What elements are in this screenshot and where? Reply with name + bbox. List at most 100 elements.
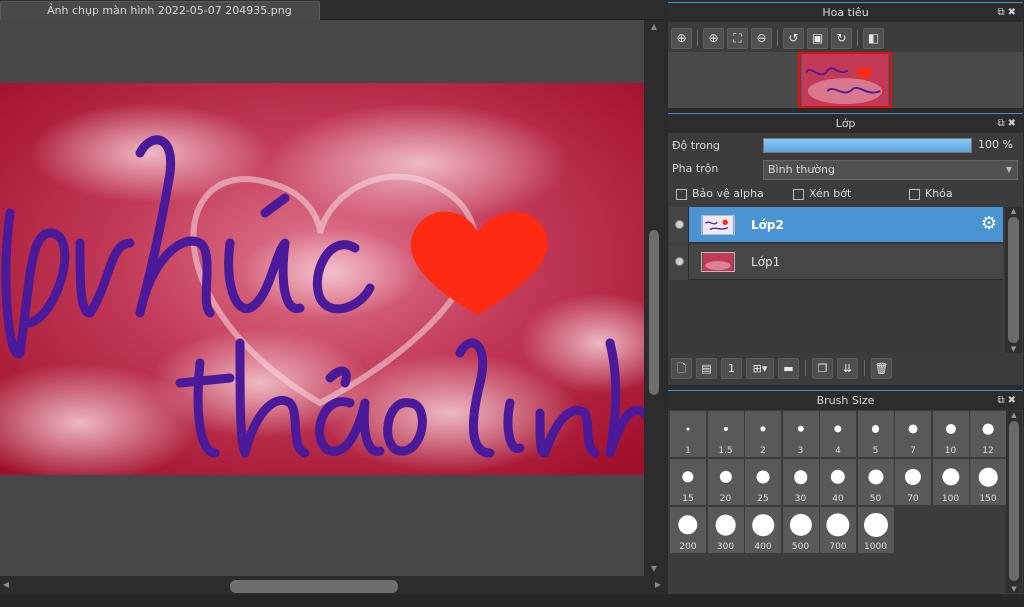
canvas-horizontal-scrollbar[interactable]: ◀ ▶ <box>0 576 664 594</box>
brush-dot-icon <box>826 513 850 537</box>
canvas-vertical-scroll-thumb[interactable] <box>649 230 659 395</box>
zoom-in-icon[interactable]: ⊕ <box>703 27 724 49</box>
close-panel-icon[interactable]: ✖ <box>1008 395 1019 406</box>
merge-down-icon[interactable]: ⇊ <box>837 357 858 379</box>
zoom-in-icon[interactable]: ⊕ <box>671 27 692 49</box>
opacity-label: Độ trong <box>672 139 721 152</box>
brush-size-scroll-thumb[interactable] <box>1009 421 1019 581</box>
document-tab[interactable]: Ảnh chụp màn hình 2022-05-07 204935.png <box>0 1 320 20</box>
scroll-up-arrow-icon[interactable]: ▲ <box>1006 411 1022 419</box>
rotate-left-icon[interactable]: ↺ <box>783 27 804 49</box>
clipping-label: Xén bớt <box>809 187 852 200</box>
brush-size-option[interactable]: 1 <box>670 411 706 457</box>
protect-alpha-checkbox[interactable]: Bảo vệ alpha <box>676 187 764 201</box>
scroll-left-arrow-icon[interactable]: ◀ <box>0 578 12 592</box>
brush-size-option[interactable]: 15 <box>670 459 706 505</box>
scroll-down-arrow-icon[interactable]: ▼ <box>644 562 664 576</box>
layer-row-lop2[interactable]: Lớp2 ⚙ <box>669 207 1003 243</box>
brush-size-option[interactable]: 10 <box>932 411 969 457</box>
rotate-right-icon[interactable]: ↻ <box>831 27 852 49</box>
checkbox-box <box>909 188 920 200</box>
delete-layer-icon[interactable]: 🗑 <box>871 357 892 379</box>
toolbar-separator <box>864 360 865 376</box>
canvas-vertical-scrollbar[interactable]: ▲ ▼ <box>644 20 664 576</box>
navigator-toolbar: ⊕ ⊕ ⛶ ⊖ ↺ ▣ ↻ ◧ <box>671 27 884 49</box>
brush-size-option[interactable]: 30 <box>782 459 819 505</box>
brush-size-option[interactable]: 300 <box>707 507 744 553</box>
opacity-slider-fill <box>764 139 971 152</box>
toolbar-separator <box>777 30 778 46</box>
visibility-toggle-icon[interactable] <box>675 220 684 229</box>
gear-icon[interactable]: ⚙ <box>979 214 999 234</box>
close-panel-icon[interactable]: ✖ <box>1008 118 1019 129</box>
brush-dot-icon <box>908 424 918 434</box>
brush-size-option[interactable]: 50 <box>857 459 894 505</box>
brush-size-label: 70 <box>907 494 919 504</box>
artwork-image[interactable] <box>0 83 644 475</box>
scroll-right-arrow-icon[interactable]: ▶ <box>652 578 664 592</box>
brush-size-option[interactable]: 70 <box>895 459 931 505</box>
layer-name: Lớp2 <box>751 218 784 232</box>
brush-dot-icon <box>719 470 732 484</box>
duplicate-layer-icon[interactable]: ❐ <box>812 357 833 379</box>
brush-size-option[interactable]: 12 <box>970 411 1006 457</box>
layer-list-scroll-thumb[interactable] <box>1008 217 1019 343</box>
brush-size-option[interactable]: 7 <box>895 411 931 457</box>
fit-screen-icon[interactable]: ⛶ <box>727 27 748 49</box>
new-layer-icon[interactable]: 🗋 <box>671 357 692 379</box>
float-panel-icon[interactable]: ⧉ <box>997 395 1007 406</box>
scroll-up-arrow-icon[interactable]: ▲ <box>644 20 664 34</box>
chevron-down-icon: ▼ <box>1005 165 1012 174</box>
canvas-area[interactable] <box>0 20 644 576</box>
brush-size-label: 2 <box>760 446 766 456</box>
app-window: Ảnh chụp màn hình 2022-05-07 204935.png <box>0 0 1024 607</box>
brush-size-option[interactable]: 25 <box>745 459 781 505</box>
flip-icon[interactable]: ◧ <box>863 27 884 49</box>
new-1bit-layer-icon[interactable]: 1 <box>721 357 742 379</box>
brush-size-option[interactable]: 3 <box>782 411 819 457</box>
brush-dot-icon <box>982 423 994 435</box>
scroll-down-arrow-icon[interactable]: ▼ <box>1005 345 1022 353</box>
new-halftone-layer-icon[interactable]: ▤ <box>696 357 717 379</box>
scroll-down-arrow-icon[interactable]: ▼ <box>1006 585 1022 593</box>
float-panel-icon[interactable]: ⧉ <box>997 7 1007 18</box>
brush-size-option[interactable]: 5 <box>857 411 894 457</box>
brush-size-label: 200 <box>679 542 697 552</box>
scroll-up-arrow-icon[interactable]: ▲ <box>1005 207 1022 215</box>
brush-dot-icon <box>678 515 698 535</box>
brush-size-option[interactable]: 20 <box>707 459 744 505</box>
close-panel-icon[interactable]: ✖ <box>1008 7 1019 18</box>
fullscreen-icon[interactable]: ▣ <box>807 27 828 49</box>
navigator-preview-area[interactable] <box>668 52 1023 108</box>
layer-row-lop1[interactable]: Lớp1 <box>669 244 1003 280</box>
brush-size-option[interactable]: 400 <box>745 507 781 553</box>
new-folder-icon[interactable]: ▬ <box>778 357 799 379</box>
brush-size-panel: Brush Size ⧉✖ 1 1.5 2 3 4 5 7 10 12 15 20 25 30 40 50 7… <box>667 389 1024 595</box>
brush-size-scrollbar[interactable]: ▲ ▼ <box>1006 411 1022 593</box>
lock-checkbox[interactable]: Khóa <box>909 187 953 201</box>
visibility-toggle-icon[interactable] <box>675 257 684 266</box>
brush-size-option[interactable]: 200 <box>670 507 706 553</box>
brush-size-option[interactable]: 40 <box>820 459 856 505</box>
brush-size-option[interactable]: 150 <box>970 459 1006 505</box>
navigator-thumbnail[interactable] <box>798 52 892 108</box>
brush-size-option[interactable]: 1000 <box>857 507 894 553</box>
clipping-checkbox[interactable]: Xén bớt <box>793 187 851 201</box>
float-panel-icon[interactable]: ⧉ <box>997 118 1007 129</box>
zoom-out-icon[interactable]: ⊖ <box>751 27 772 49</box>
checkbox-box <box>676 188 687 200</box>
canvas-horizontal-scroll-thumb[interactable] <box>230 580 398 593</box>
blend-mode-select[interactable]: Bình thường ▼ <box>763 160 1018 180</box>
brush-size-option[interactable]: 4 <box>820 411 856 457</box>
add-layer-dropdown-icon[interactable]: ⊞▾ <box>746 357 774 379</box>
opacity-slider[interactable] <box>763 138 972 153</box>
brush-size-option[interactable]: 700 <box>820 507 856 553</box>
brush-size-option[interactable]: 500 <box>782 507 819 553</box>
brush-size-label: 300 <box>716 542 735 552</box>
layer-list-scrollbar[interactable]: ▲ ▼ <box>1005 207 1022 353</box>
toolbar-separator <box>697 30 698 46</box>
brush-size-option[interactable]: 100 <box>932 459 969 505</box>
brush-size-label: 15 <box>682 494 694 504</box>
brush-size-option[interactable]: 1.5 <box>707 411 744 457</box>
brush-size-option[interactable]: 2 <box>745 411 781 457</box>
